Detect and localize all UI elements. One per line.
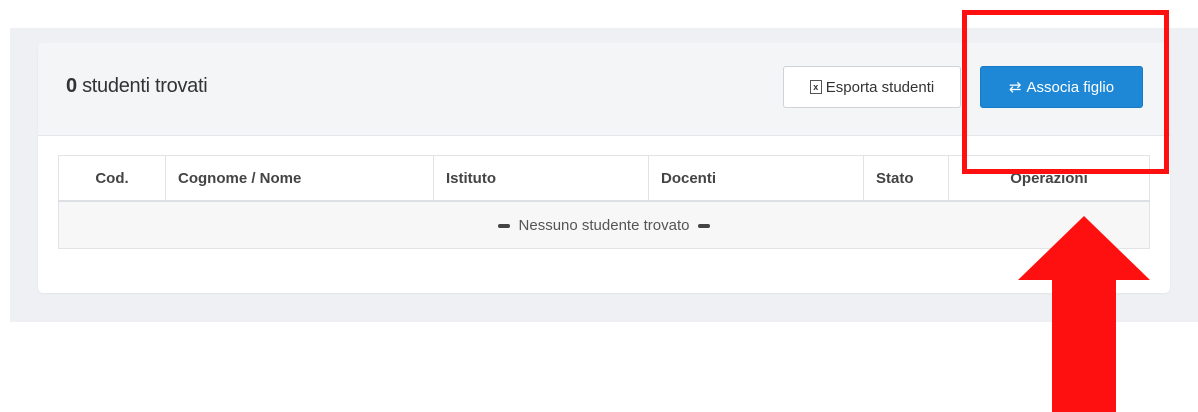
export-students-button[interactable]: x Esporta studenti [783,66,961,108]
column-header-institute[interactable]: Istituto [433,155,649,202]
export-students-label: Esporta studenti [825,78,935,96]
dash-icon-right [697,223,710,228]
column-header-name[interactable]: Cognome / Nome [165,155,434,202]
empty-message: Nessuno studente trovato [518,216,690,234]
column-header-cod[interactable]: Cod. [58,155,166,202]
students-count-title: 0 studenti trovati [66,75,208,98]
column-header-teachers[interactable]: Docenti [648,155,864,202]
red-highlight-box [962,10,1169,174]
red-up-arrow-icon [1018,216,1150,412]
dash-icon-left [498,223,511,228]
table-row-empty: Nessuno studente trovato [58,200,1150,249]
students-count-label: studenti trovati [82,75,208,97]
red-arrow-shape [1018,216,1150,412]
students-count: 0 [66,75,77,97]
column-header-status[interactable]: Stato [863,155,949,202]
empty-table-cell: Nessuno studente trovato [58,200,1150,249]
excel-file-icon: x [809,80,822,94]
